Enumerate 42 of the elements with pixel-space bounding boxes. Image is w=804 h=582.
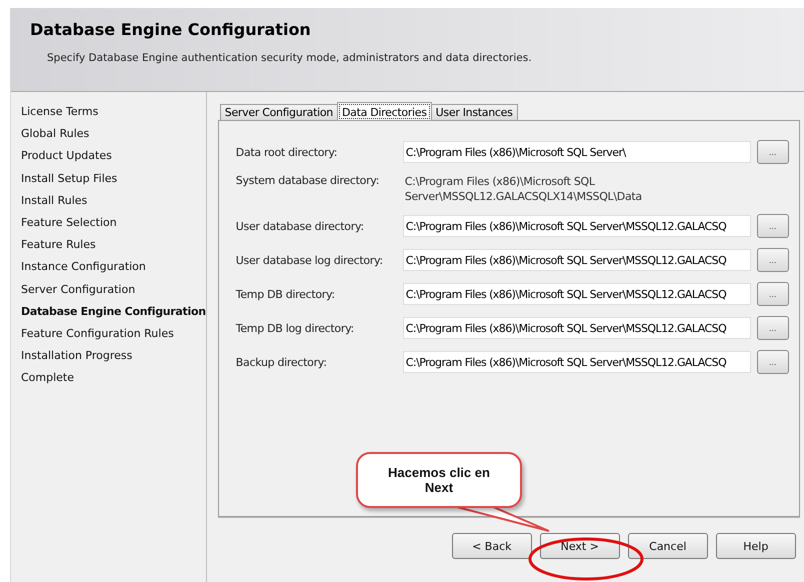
step-item: Product Updates [21,148,113,164]
step-item: Server Configuration [21,282,136,298]
browse-button[interactable]: ... [756,350,789,374]
step-item: Feature Selection [21,214,118,231]
input-field[interactable]: C:\Program Files (x86)\Microsoft SQL Server\MSSQL12.GALACSQ [402,283,751,305]
wizard-button[interactable]: Cancel [628,533,708,559]
input-field[interactable]: C:\Program Files (x86)\Microsoft SQL Server\ [402,141,751,163]
page-subtitle: Specify Database Engine authentication security mode, administrators and data directories. [47,52,533,64]
step-item: Feature Rules [21,237,97,254]
field-label: User database directory: [236,220,365,232]
step-item: Installation Progress [21,348,134,364]
input-field[interactable]: C:\Program Files (x86)\Microsoft SQL Server\MSSQL12.GALACSQ [402,215,751,237]
field-label: Data root directory: [236,146,338,158]
tab[interactable]: Data Directories [336,102,432,121]
browse-button[interactable]: ... [756,282,789,306]
directory-path: C:\Program Files (x86)\Microsoft SQL Server\MSSQL12.GALACSQLX14\MSSQL\Data [404,174,643,204]
browse-button[interactable]: ... [756,140,789,164]
field-label: System database directory: [236,174,380,187]
step-item: Complete [21,370,76,386]
step-item: Database Engine Configuration [21,304,206,320]
browse-button[interactable]: ... [756,248,789,272]
input-field[interactable]: C:\Program Files (x86)\Microsoft SQL Server\MSSQL12.GALACSQ [402,317,751,339]
page-title: Database Engine Configuration [30,20,312,39]
step-item: Global Rules [21,126,90,142]
step-item: Feature Configuration Rules [21,326,175,342]
field-label: Temp DB log directory: [236,322,355,334]
step-item: Install Setup Files [21,170,118,187]
browse-button[interactable]: ... [756,316,789,340]
input-field[interactable]: C:\Program Files (x86)\Microsoft SQL Server\MSSQL12.GALACSQ [402,249,751,271]
field-label: Temp DB directory: [236,288,336,300]
step-item: License Terms [21,104,100,120]
input-field[interactable]: C:\Program Files (x86)\Microsoft SQL Server\MSSQL12.GALACSQ [402,351,751,373]
step-item: Instance Configuration [21,259,147,276]
wizard-button[interactable]: < Back [452,533,532,559]
tab[interactable]: Server Configuration [220,104,338,121]
field-label: User database log directory: [236,254,384,266]
callout-text: Hacemos clic en Next [387,465,491,495]
field-label: Backup directory: [236,356,328,368]
wizard-button[interactable]: Help [716,533,796,559]
tab[interactable]: User Instances [430,104,518,121]
step-item: Install Rules [21,192,88,209]
browse-button[interactable]: ... [756,214,789,238]
